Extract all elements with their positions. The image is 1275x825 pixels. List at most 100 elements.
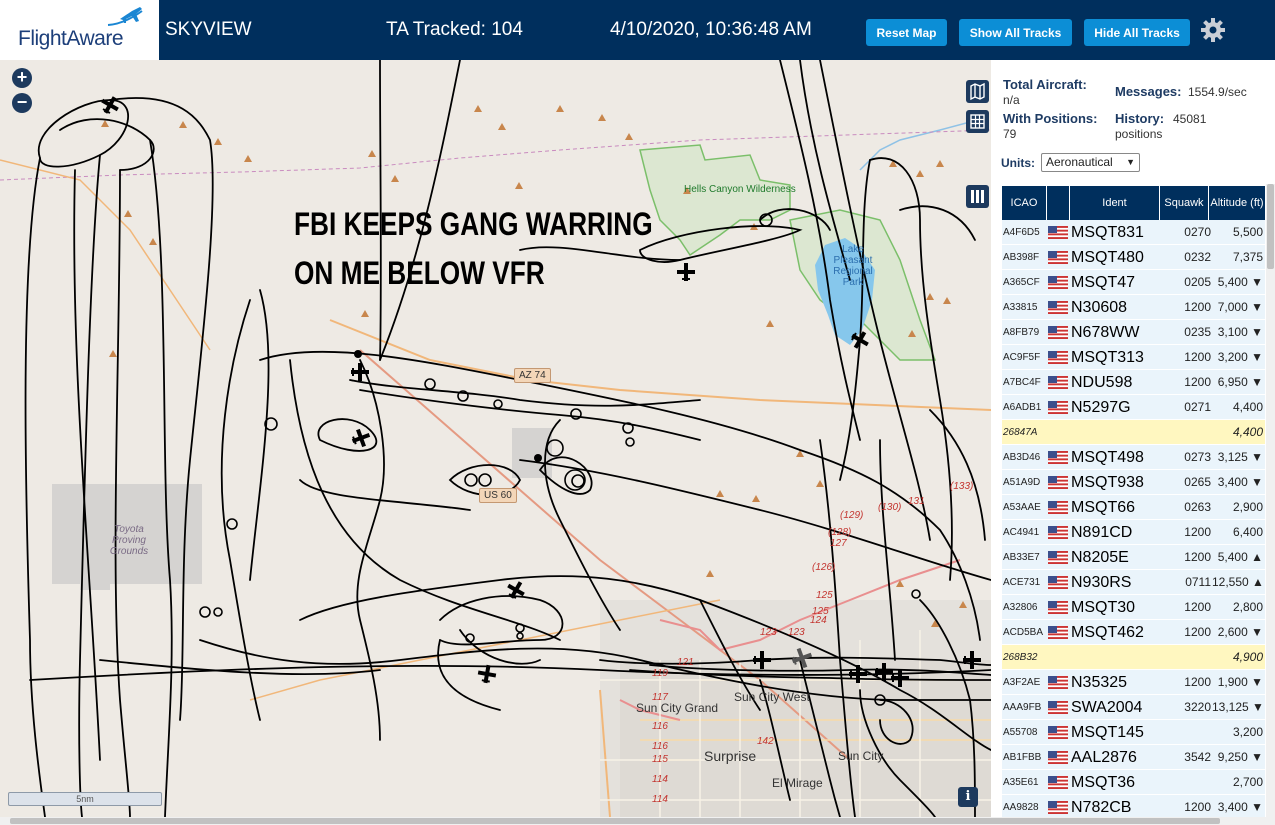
us-flag-icon: [1048, 501, 1068, 514]
ident-cell: N678WW: [1071, 324, 1140, 341]
table-row[interactable]: A7BC4F NDU598 1200 6,950 ▼: [1002, 370, 1265, 395]
flightaware-logo[interactable]: FlightAware: [0, 0, 159, 60]
table-row[interactable]: A365CF MSQT47 0205 5,400 ▼: [1002, 270, 1265, 295]
area-label-toyota: Toyota Proving Grounds: [109, 524, 149, 557]
route-number: (133): [950, 481, 974, 492]
units-select[interactable]: Aeronautical ▼: [1041, 153, 1140, 172]
squawk-cell: 1200: [1184, 300, 1211, 314]
table-row[interactable]: AAA9FB SWA2004 3220 13,125 ▼: [1002, 695, 1265, 720]
with-positions-value: 79: [1003, 127, 1017, 141]
with-positions-label: With Positions:: [1003, 111, 1098, 126]
scale-bar: 5nm: [8, 792, 162, 806]
table-row[interactable]: A35E61 MSQT36 2,700: [1002, 770, 1265, 795]
route-number: 117: [652, 692, 668, 703]
icao-cell: AB1FBB: [1003, 752, 1042, 763]
zoom-in-button[interactable]: +: [12, 68, 32, 88]
highway-shield-us60: US 60: [479, 488, 517, 503]
table-row[interactable]: ACE731 N930RS 0711 12,550 ▲: [1002, 570, 1265, 595]
total-aircraft-value: n/a: [1003, 93, 1020, 107]
altitude-cell: 3,200: [1232, 725, 1263, 739]
altitude-cell: 12,550 ▲: [1212, 575, 1264, 589]
table-row[interactable]: A55708 MSQT145 3,200: [1002, 720, 1265, 745]
us-flag-icon: [1048, 626, 1068, 639]
overlay-text-line-1: FBI KEEPS GANG WARRING: [294, 206, 653, 242]
table-row[interactable]: 268B32 4,900: [1002, 645, 1265, 670]
squawk-cell: 1200: [1184, 525, 1211, 539]
panel-scrollbar[interactable]: [1266, 184, 1275, 817]
ident-cell: MSQT36: [1071, 774, 1136, 791]
column-header-altitude[interactable]: Altitude (ft): [1209, 186, 1265, 220]
ident-cell: N8205E: [1071, 549, 1129, 566]
altitude-cell: 4,900: [1232, 650, 1263, 664]
app-name: SKYVIEW: [165, 19, 252, 40]
grid-button[interactable]: [966, 110, 989, 133]
icao-cell: A4F6D5: [1003, 227, 1040, 238]
column-header-flag[interactable]: [1047, 186, 1070, 220]
icao-cell: AAA9FB: [1003, 702, 1042, 713]
reset-map-button[interactable]: Reset Map: [866, 19, 947, 46]
town-label-surprise: Surprise: [704, 748, 757, 764]
squawk-cell: 0232: [1184, 250, 1211, 264]
us-flag-icon: [1048, 326, 1068, 339]
zoom-out-button[interactable]: −: [12, 93, 32, 113]
ident-cell: N5297G: [1071, 399, 1131, 416]
table-row[interactable]: ACD5BA MSQT462 1200 2,600 ▼: [1002, 620, 1265, 645]
table-row[interactable]: AB33E7 N8205E 1200 5,400 ▲: [1002, 545, 1265, 570]
table-row[interactable]: AB3D46 MSQT498 0273 3,125 ▼: [1002, 445, 1265, 470]
table-row[interactable]: A51A9D MSQT938 0265 3,400 ▼: [1002, 470, 1265, 495]
table-row[interactable]: A8FB79 N678WW 0235 3,100 ▼: [1002, 320, 1265, 345]
altitude-cell: 3,200 ▼: [1217, 350, 1263, 364]
table-row[interactable]: AC4941 N891CD 1200 6,400: [1002, 520, 1265, 545]
table-row[interactable]: A6ADB1 N5297G 0271 4,400: [1002, 395, 1265, 420]
table-row[interactable]: AA9828 N782CB 1200 3,400 ▼: [1002, 795, 1265, 817]
horizontal-scrollbar[interactable]: [0, 817, 1275, 825]
map-view[interactable]: Hells Canyon Wilderness Lake Pleasant Re…: [0, 60, 991, 817]
panel-scrollbar-thumb[interactable]: [1267, 184, 1274, 269]
map-canvas[interactable]: [0, 60, 991, 817]
table-row[interactable]: AB398F MSQT480 0232 7,375: [1002, 245, 1265, 270]
us-flag-icon: [1048, 676, 1068, 689]
ident-cell: N35325: [1071, 674, 1128, 691]
table-row[interactable]: A3F2AE N35325 1200 1,900 ▼: [1002, 670, 1265, 695]
altitude-cell: 5,400 ▲: [1217, 550, 1263, 564]
us-flag-icon: [1048, 551, 1068, 564]
ident-cell: N930RS: [1071, 574, 1132, 591]
icao-cell: A51A9D: [1003, 477, 1041, 488]
squawk-cell: [1162, 420, 1212, 445]
horizontal-scrollbar-thumb[interactable]: [10, 818, 1220, 824]
icao-cell: A33815: [1003, 302, 1038, 313]
table-row[interactable]: A4F6D5 MSQT831 0270 5,500: [1002, 220, 1265, 245]
us-flag-icon: [1048, 701, 1068, 714]
columns-button[interactable]: [966, 185, 989, 208]
altitude-cell: 2,800: [1232, 600, 1263, 614]
ident-cell: N891CD: [1071, 524, 1133, 541]
column-header-icao[interactable]: ICAO: [1002, 186, 1047, 220]
ident-cell: [1071, 420, 1161, 445]
table-row[interactable]: AC9F5F MSQT313 1200 3,200 ▼: [1002, 345, 1265, 370]
gear-icon[interactable]: [1200, 17, 1226, 43]
icao-cell: A8FB79: [1003, 327, 1040, 338]
table-row[interactable]: A33815 N30608 1200 7,000 ▼: [1002, 295, 1265, 320]
highway-shield-az74: AZ 74: [514, 368, 551, 383]
table-row[interactable]: A53AAE MSQT66 0263 2,900: [1002, 495, 1265, 520]
route-number: 123: [760, 627, 777, 638]
info-button[interactable]: i: [958, 787, 978, 807]
map-layers-button[interactable]: [966, 80, 989, 103]
show-all-tracks-button[interactable]: Show All Tracks: [959, 19, 1072, 46]
table-row[interactable]: A32806 MSQT30 1200 2,800: [1002, 595, 1265, 620]
chevron-down-icon: ▼: [1126, 157, 1135, 167]
column-header-squawk[interactable]: Squawk: [1160, 186, 1209, 220]
squawk-cell: 0265: [1184, 475, 1211, 489]
table-row[interactable]: 26847A 4,400: [1002, 420, 1265, 445]
squawk-cell: [1162, 645, 1212, 670]
hide-all-tracks-button[interactable]: Hide All Tracks: [1084, 19, 1190, 46]
altitude-cell: 5,500: [1232, 225, 1263, 239]
icao-cell: AA9828: [1003, 802, 1039, 813]
table-row[interactable]: AB1FBB AAL2876 3542 9,250 ▼: [1002, 745, 1265, 770]
squawk-cell: 1200: [1184, 375, 1211, 389]
icao-cell: AC9F5F: [1003, 352, 1041, 363]
column-header-ident[interactable]: Ident: [1070, 186, 1160, 220]
us-flag-icon: [1048, 226, 1068, 239]
route-number: 114: [652, 774, 668, 785]
us-flag-icon: [1048, 301, 1068, 314]
